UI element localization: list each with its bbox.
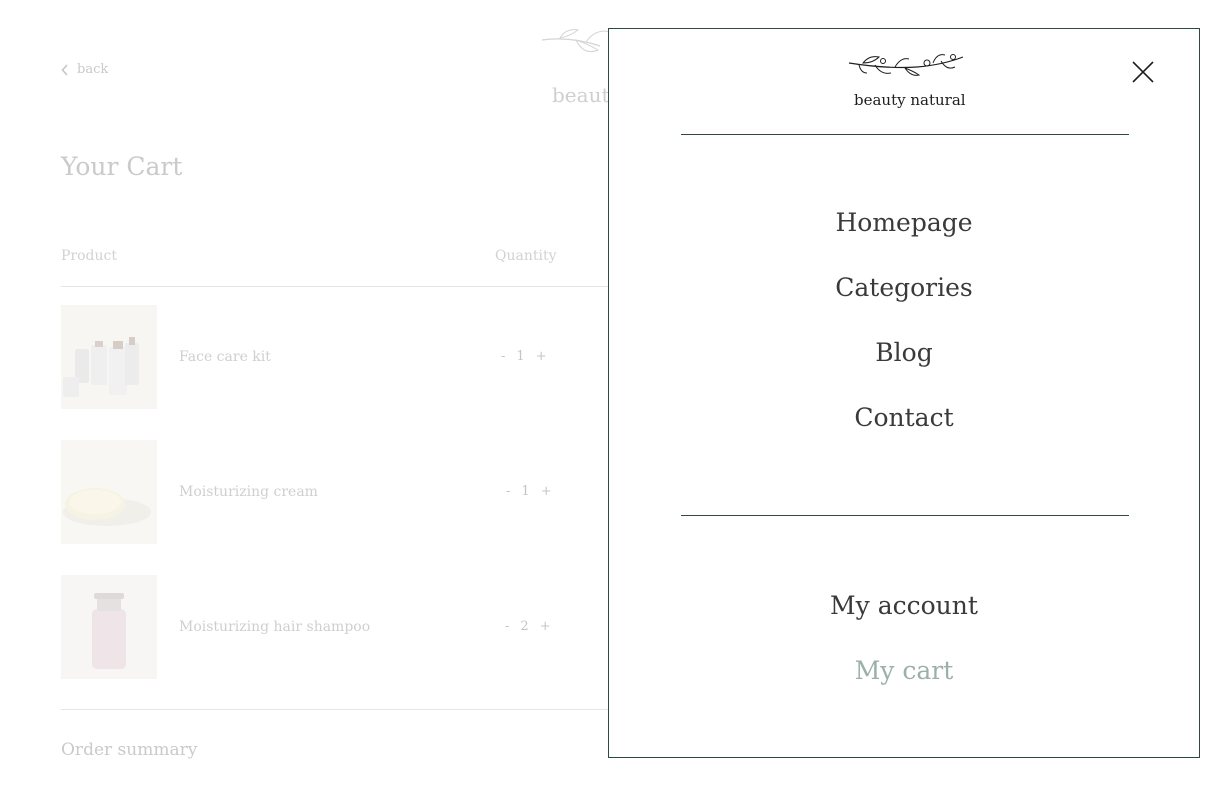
cart-row: Face care kit - 1 + [61, 305, 581, 409]
product-image[interactable] [61, 575, 157, 679]
decrease-button[interactable]: - [505, 619, 509, 634]
product-name[interactable]: Moisturizing hair shampoo [179, 619, 370, 635]
product-name[interactable]: Moisturizing cream [179, 484, 318, 500]
quantity-stepper: - 1 + [501, 349, 547, 364]
divider [681, 134, 1129, 135]
nav-item-blog[interactable]: Blog [609, 333, 1199, 398]
brand-name: beauty natural [854, 91, 966, 109]
product-image[interactable] [61, 440, 157, 544]
menu-logo[interactable]: beauty natural [847, 51, 967, 111]
close-icon [1130, 61, 1156, 89]
page-title: Your Cart [61, 152, 183, 181]
quantity-stepper: - 2 + [505, 619, 551, 634]
main-navigation: Homepage Categories Blog Contact [609, 203, 1199, 463]
column-header-quantity: Quantity [495, 248, 557, 264]
back-label: back [77, 62, 109, 77]
divider [61, 709, 621, 710]
product-image[interactable] [61, 305, 157, 409]
cart-row: Moisturizing hair shampoo - 2 + [61, 575, 581, 679]
back-link[interactable]: back [61, 62, 108, 77]
nav-item-contact[interactable]: Contact [609, 398, 1199, 463]
nav-item-categories[interactable]: Categories [609, 268, 1199, 333]
increase-button[interactable]: + [541, 484, 552, 499]
branch-logo-icon [847, 54, 967, 89]
quantity-value: 2 [520, 619, 529, 634]
increase-button[interactable]: + [536, 349, 547, 364]
quantity-value: 1 [516, 349, 525, 364]
nav-item-my-account[interactable]: My account [609, 586, 1199, 651]
divider [61, 286, 621, 287]
nav-item-homepage[interactable]: Homepage [609, 203, 1199, 268]
column-header-product: Product [61, 248, 117, 264]
account-navigation: My account My cart [609, 586, 1199, 716]
order-summary-heading: Order summary [61, 740, 198, 760]
divider [681, 515, 1129, 516]
chevron-left-icon [61, 63, 69, 76]
decrease-button[interactable]: - [506, 484, 510, 499]
quantity-value: 1 [521, 484, 530, 499]
increase-button[interactable]: + [540, 619, 551, 634]
nav-item-my-cart[interactable]: My cart [609, 651, 1199, 716]
product-name[interactable]: Face care kit [179, 349, 271, 365]
decrease-button[interactable]: - [501, 349, 505, 364]
navigation-menu-panel: beauty natural Homepage Categories Blog … [608, 28, 1200, 758]
cart-row: Moisturizing cream - 1 + [61, 440, 581, 544]
quantity-stepper: - 1 + [506, 484, 552, 499]
close-button[interactable] [1130, 59, 1156, 85]
